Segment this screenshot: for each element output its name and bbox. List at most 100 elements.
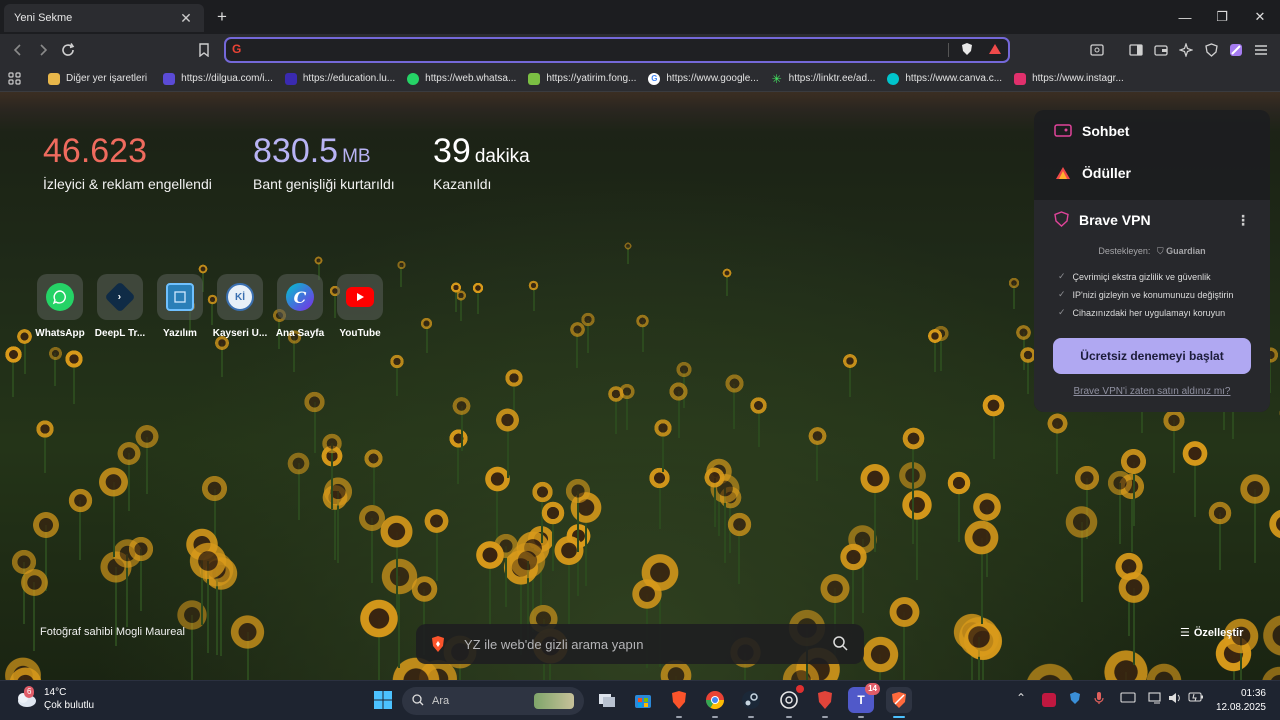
close-icon[interactable]: ✕ — [178, 10, 194, 26]
brave-beta-icon[interactable] — [812, 687, 838, 713]
bookmark-item-whatsapp[interactable]: https://web.whatsa... — [401, 68, 522, 90]
leo-ai-icon[interactable] — [1175, 39, 1197, 61]
sunflower — [187, 540, 230, 582]
bookmark-item-education[interactable]: https://education.lu... — [279, 68, 401, 90]
time-value: 39 — [433, 132, 471, 170]
tab-new-tab[interactable]: Yeni Sekme ✕ — [4, 4, 204, 32]
bookmark-item-linktree[interactable]: ✳ https://linktr.ee/ad... — [765, 68, 882, 90]
vpn-icon[interactable] — [1200, 39, 1222, 61]
sunflower — [30, 510, 61, 541]
taskbar-search[interactable]: Ara — [402, 687, 584, 715]
apps-grid-icon[interactable] — [0, 68, 28, 90]
top-site-kayseri[interactable]: Kİ Kayseri Ü... — [208, 274, 272, 339]
minimize-button[interactable]: — — [1174, 6, 1196, 28]
rewards-icon — [1054, 166, 1072, 180]
chrome-icon[interactable] — [702, 687, 728, 713]
sunflower — [472, 282, 484, 294]
microphone-icon[interactable] — [1094, 691, 1104, 708]
address-input[interactable] — [252, 41, 952, 59]
start-trial-button[interactable]: Ücretsiz denemeyi başlat — [1053, 338, 1251, 374]
network-icon[interactable] — [1148, 691, 1164, 708]
address-bar[interactable]: G — [224, 37, 1010, 63]
brave-rewards-icon[interactable] — [988, 42, 1002, 61]
top-site-whatsapp[interactable]: WhatsApp — [28, 274, 92, 339]
top-site-canva[interactable]: C Ana Sayfa — [268, 274, 332, 339]
microsoft-store-icon[interactable] — [630, 687, 656, 713]
sunflower — [1116, 570, 1152, 606]
battery-icon[interactable] — [1188, 691, 1204, 706]
bookmark-item-canva[interactable]: https://www.canva.c... — [881, 68, 1008, 90]
bookmark-icon[interactable] — [193, 39, 215, 61]
steam-icon[interactable] — [738, 687, 764, 713]
extension-icon[interactable] — [1225, 39, 1247, 61]
windows-start-icon[interactable] — [370, 687, 396, 713]
instagram-icon — [1014, 72, 1027, 85]
volume-icon[interactable] — [1168, 691, 1182, 708]
sidebar-icon[interactable] — [1125, 39, 1147, 61]
keyboard-icon[interactable] — [1120, 691, 1136, 706]
stat-time: 39 dakika Kazanıldı — [433, 134, 530, 192]
forward-icon[interactable] — [32, 39, 54, 61]
sunflower — [200, 474, 230, 504]
sunflower — [623, 242, 632, 251]
back-icon[interactable] — [7, 39, 29, 61]
sunflower — [887, 594, 922, 629]
teams-icon[interactable]: T 14 — [848, 683, 880, 713]
bookmark-item-google[interactable]: G https://www.google... — [642, 68, 764, 90]
task-view-icon[interactable] — [594, 687, 620, 713]
rewards-widget[interactable]: Ödüller — [1034, 152, 1270, 194]
photo-credit[interactable]: Fotoğraf sahibi Mogli Maureal — [40, 626, 185, 638]
already-purchased-link[interactable]: Brave VPN'i zaten satın aldınız mı? — [1034, 386, 1270, 397]
sunflower — [66, 486, 94, 514]
bookmark-label: Diğer yer işaretleri — [66, 73, 148, 84]
feature-text: IP'nizi gizleyin ve konumunuzu değiştiri… — [1072, 289, 1234, 300]
maximize-button[interactable]: ❐ — [1211, 6, 1233, 28]
private-search-box[interactable]: YZ ile web'de gizli arama yapın — [416, 624, 864, 664]
clock[interactable]: 01:36 12.08.2025 — [1214, 687, 1266, 715]
brave-shields-icon[interactable] — [960, 42, 974, 61]
chat-widget[interactable]: Sohbet — [1034, 110, 1270, 152]
youtube-icon — [346, 287, 374, 307]
sunflower — [629, 577, 664, 611]
new-tab-button[interactable]: + — [212, 7, 232, 27]
bookmark-label: https://web.whatsa... — [425, 73, 517, 84]
chatgpt-icon[interactable] — [776, 685, 804, 713]
bookmark-label: https://dilgua.com/i... — [181, 73, 273, 84]
defender-icon[interactable] — [1068, 691, 1082, 708]
tab-search-icon[interactable] — [1086, 39, 1108, 61]
wallet-icon[interactable] — [1150, 39, 1172, 61]
list-item: ✓ IP'nizi gizleyin ve konumunuzu değiştir… — [1058, 289, 1270, 300]
customize-button[interactable]: ☰ Özelleştir — [1180, 626, 1243, 639]
menu-icon[interactable] — [1250, 39, 1272, 61]
brave-logo-icon — [430, 635, 448, 653]
sunflower — [818, 571, 853, 606]
tray-app-icon[interactable] — [1042, 693, 1056, 707]
sunflower — [860, 633, 901, 675]
weather-widget[interactable]: 6 14°C Çok bulutlu — [14, 686, 94, 712]
bookmark-item-instagram[interactable]: https://www.instagr... — [1008, 68, 1130, 90]
bookmark-item-yatirim[interactable]: https://yatirim.fong... — [522, 68, 642, 90]
top-site-youtube[interactable]: YouTube — [328, 274, 392, 339]
sunflower — [285, 450, 312, 477]
brave-taskbar-icon[interactable] — [666, 687, 692, 713]
sunflower — [389, 354, 405, 370]
top-site-label: Ana Sayfa — [275, 328, 325, 339]
check-icon: ✓ — [1058, 307, 1066, 317]
vpn-shield-icon — [1054, 210, 1069, 230]
sunflower — [653, 418, 674, 439]
brave-active-icon[interactable] — [886, 687, 912, 713]
sunflower — [1180, 439, 1210, 468]
sunflower — [321, 475, 355, 508]
top-site-yazilim[interactable]: Yazılım — [148, 274, 212, 339]
education-icon — [284, 72, 297, 85]
top-site-deepl[interactable]: › DeepL Tr... — [88, 274, 152, 339]
vpn-options-icon[interactable]: ⋮ — [1236, 212, 1250, 229]
bookmark-item-dilgua[interactable]: https://dilgua.com/i... — [157, 68, 279, 90]
bookmark-item-other[interactable]: Diğer yer işaretleri — [42, 68, 153, 90]
window-close-button[interactable]: ✕ — [1249, 6, 1271, 28]
sunflower — [749, 395, 769, 415]
reload-icon[interactable] — [57, 39, 79, 61]
search-icon[interactable] — [832, 635, 850, 653]
sunflower — [134, 423, 161, 450]
chevron-up-icon[interactable]: ⌃ — [1016, 691, 1026, 705]
